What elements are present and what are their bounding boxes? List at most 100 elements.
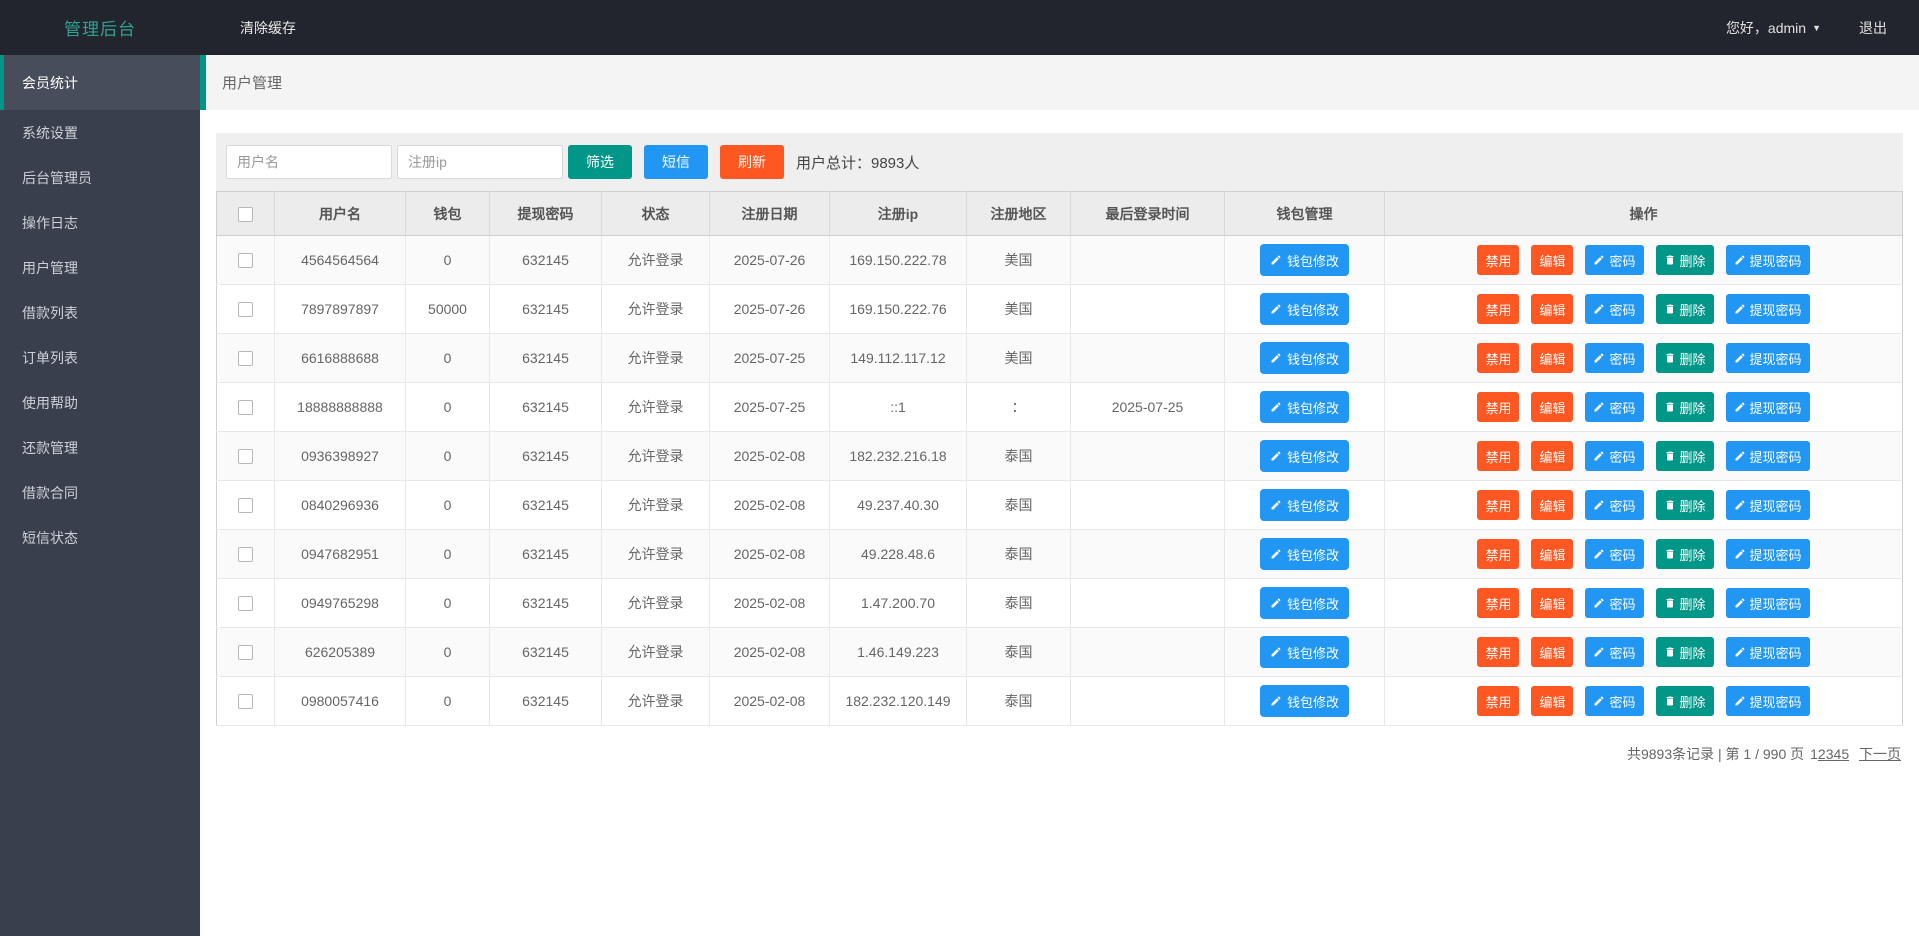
row-action-button-禁用[interactable]: 禁用 (1477, 441, 1519, 471)
row-action-button-提现密码[interactable]: 提现密码 (1726, 245, 1810, 275)
row-checkbox[interactable] (238, 645, 253, 660)
row-action-button-编辑[interactable]: 编辑 (1531, 539, 1573, 569)
row-action-button-提现密码[interactable]: 提现密码 (1726, 490, 1810, 520)
row-checkbox[interactable] (238, 694, 253, 709)
sidebar-item-借款列表[interactable]: 借款列表 (0, 290, 200, 335)
pagination-page-link-5[interactable]: 5 (1841, 746, 1849, 762)
row-action-button-删除[interactable]: 删除 (1656, 539, 1714, 569)
row-action-button-密码[interactable]: 密码 (1585, 686, 1643, 716)
wallet-edit-button[interactable]: 钱包修改 (1260, 244, 1349, 276)
row-action-button-编辑[interactable]: 编辑 (1531, 441, 1573, 471)
row-action-button-删除[interactable]: 删除 (1656, 392, 1714, 422)
wallet-edit-button[interactable]: 钱包修改 (1260, 636, 1349, 668)
pagination-next-link[interactable]: 下一页 (1859, 746, 1901, 762)
row-action-button-提现密码[interactable]: 提现密码 (1726, 392, 1810, 422)
filter-button[interactable]: 筛选 (568, 145, 632, 179)
wallet-edit-button[interactable]: 钱包修改 (1260, 685, 1349, 717)
wallet-edit-button[interactable]: 钱包修改 (1260, 293, 1349, 325)
row-action-button-禁用[interactable]: 禁用 (1477, 539, 1519, 569)
row-action-label: 编辑 (1539, 349, 1565, 368)
row-action-button-禁用[interactable]: 禁用 (1477, 343, 1519, 373)
row-action-button-删除[interactable]: 删除 (1656, 637, 1714, 667)
row-action-button-密码[interactable]: 密码 (1585, 245, 1643, 275)
wallet-edit-button[interactable]: 钱包修改 (1260, 587, 1349, 619)
row-action-button-编辑[interactable]: 编辑 (1531, 686, 1573, 716)
row-checkbox[interactable] (238, 498, 253, 513)
row-action-button-禁用[interactable]: 禁用 (1477, 637, 1519, 667)
wallet-edit-button[interactable]: 钱包修改 (1260, 489, 1349, 521)
sidebar-item-系统设置[interactable]: 系统设置 (0, 110, 200, 155)
row-action-button-禁用[interactable]: 禁用 (1477, 490, 1519, 520)
row-checkbox[interactable] (238, 596, 253, 611)
row-checkbox[interactable] (238, 400, 253, 415)
row-action-button-删除[interactable]: 删除 (1656, 294, 1714, 324)
row-action-button-禁用[interactable]: 禁用 (1477, 245, 1519, 275)
sidebar-item-用户管理[interactable]: 用户管理 (0, 245, 200, 290)
sidebar-item-使用帮助[interactable]: 使用帮助 (0, 380, 200, 425)
username-filter-input[interactable] (226, 145, 392, 179)
wallet-edit-button[interactable]: 钱包修改 (1260, 342, 1349, 374)
row-action-button-密码[interactable]: 密码 (1585, 294, 1643, 324)
clear-cache-menu-item[interactable]: 清除缓存 (240, 18, 296, 38)
row-action-button-编辑[interactable]: 编辑 (1531, 343, 1573, 373)
row-action-button-编辑[interactable]: 编辑 (1531, 588, 1573, 618)
row-action-button-提现密码[interactable]: 提现密码 (1726, 343, 1810, 373)
row-action-button-编辑[interactable]: 编辑 (1531, 637, 1573, 667)
row-action-button-删除[interactable]: 删除 (1656, 490, 1714, 520)
pagination-page-link-2[interactable]: 2 (1818, 746, 1826, 762)
row-action-button-密码[interactable]: 密码 (1585, 490, 1643, 520)
row-action-button-禁用[interactable]: 禁用 (1477, 294, 1519, 324)
row-action-button-密码[interactable]: 密码 (1585, 343, 1643, 373)
register-ip-filter-input[interactable] (397, 145, 563, 179)
row-checkbox[interactable] (238, 449, 253, 464)
row-action-button-删除[interactable]: 删除 (1656, 588, 1714, 618)
select-all-checkbox[interactable] (238, 207, 253, 222)
row-checkbox[interactable] (238, 302, 253, 317)
cell-register-date: 2025-07-25 (710, 383, 830, 432)
row-action-button-删除[interactable]: 删除 (1656, 245, 1714, 275)
row-action-button-编辑[interactable]: 编辑 (1531, 392, 1573, 422)
row-action-button-密码[interactable]: 密码 (1585, 392, 1643, 422)
row-action-button-提现密码[interactable]: 提现密码 (1726, 686, 1810, 716)
row-checkbox[interactable] (238, 351, 253, 366)
sms-button[interactable]: 短信 (644, 145, 708, 179)
row-action-button-编辑[interactable]: 编辑 (1531, 490, 1573, 520)
wallet-edit-button[interactable]: 钱包修改 (1260, 538, 1349, 570)
wallet-edit-button[interactable]: 钱包修改 (1260, 391, 1349, 423)
row-action-button-禁用[interactable]: 禁用 (1477, 392, 1519, 422)
row-action-button-提现密码[interactable]: 提现密码 (1726, 539, 1810, 569)
row-action-button-密码[interactable]: 密码 (1585, 441, 1643, 471)
cell-wallet-manage: 钱包修改 (1225, 334, 1385, 383)
sidebar-item-操作日志[interactable]: 操作日志 (0, 200, 200, 245)
row-action-button-密码[interactable]: 密码 (1585, 539, 1643, 569)
row-action-button-禁用[interactable]: 禁用 (1477, 686, 1519, 716)
row-action-button-禁用[interactable]: 禁用 (1477, 588, 1519, 618)
app-brand[interactable]: 管理后台 (0, 15, 200, 40)
row-action-button-提现密码[interactable]: 提现密码 (1726, 637, 1810, 667)
row-action-button-删除[interactable]: 删除 (1656, 686, 1714, 716)
logout-button[interactable]: 退出 (1859, 18, 1887, 38)
row-action-button-密码[interactable]: 密码 (1585, 637, 1643, 667)
row-action-button-删除[interactable]: 删除 (1656, 343, 1714, 373)
row-action-button-删除[interactable]: 删除 (1656, 441, 1714, 471)
user-menu[interactable]: 您好，admin ▼ (1726, 18, 1821, 38)
refresh-button[interactable]: 刷新 (720, 145, 784, 179)
sidebar-item-会员统计[interactable]: 会员统计 (0, 55, 200, 110)
row-action-button-密码[interactable]: 密码 (1585, 588, 1643, 618)
row-action-button-提现密码[interactable]: 提现密码 (1726, 294, 1810, 324)
sidebar-item-还款管理[interactable]: 还款管理 (0, 425, 200, 470)
sidebar-item-短信状态[interactable]: 短信状态 (0, 515, 200, 560)
row-action-button-提现密码[interactable]: 提现密码 (1726, 588, 1810, 618)
wallet-edit-button[interactable]: 钱包修改 (1260, 440, 1349, 472)
row-action-button-编辑[interactable]: 编辑 (1531, 245, 1573, 275)
sidebar-item-后台管理员[interactable]: 后台管理员 (0, 155, 200, 200)
row-action-label: 禁用 (1485, 594, 1511, 613)
sidebar-item-订单列表[interactable]: 订单列表 (0, 335, 200, 380)
sidebar-item-借款合同[interactable]: 借款合同 (0, 470, 200, 515)
row-checkbox[interactable] (238, 253, 253, 268)
wallet-edit-label: 钱包修改 (1287, 692, 1339, 711)
row-action-button-提现密码[interactable]: 提现密码 (1726, 441, 1810, 471)
row-checkbox[interactable] (238, 547, 253, 562)
row-action-button-编辑[interactable]: 编辑 (1531, 294, 1573, 324)
pagination-page-link-3[interactable]: 3 (1826, 746, 1834, 762)
